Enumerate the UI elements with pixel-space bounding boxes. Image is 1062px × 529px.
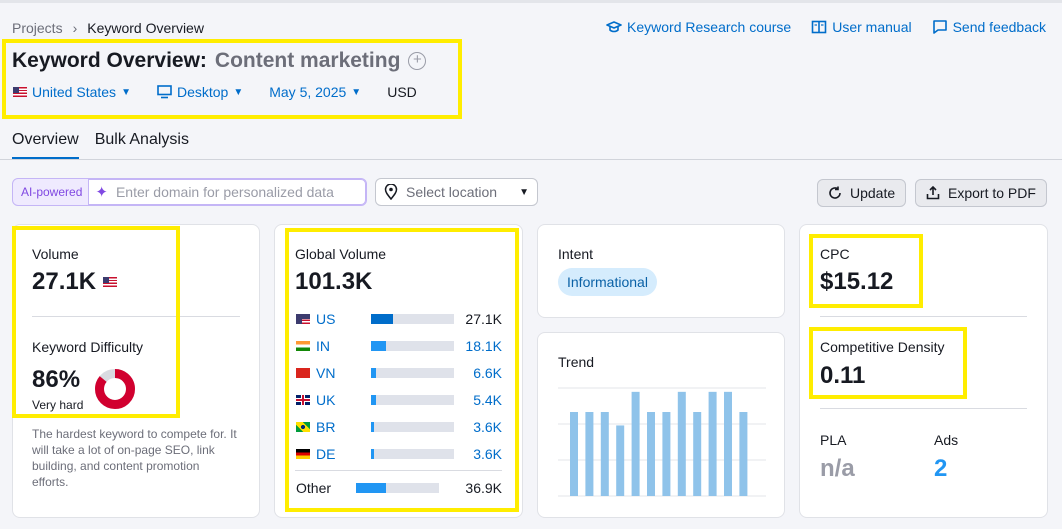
ai-domain-box: AI-powered ✦ Enter domain for personaliz… xyxy=(12,178,367,206)
book-icon xyxy=(811,20,827,34)
trend-bar[interactable] xyxy=(693,412,702,496)
trend-bar[interactable] xyxy=(570,412,578,496)
intent-badge: Informational xyxy=(558,268,657,296)
trend-bar[interactable] xyxy=(631,391,640,496)
divider xyxy=(820,316,1027,317)
chevron-down-icon: ▼ xyxy=(519,186,529,198)
update-button[interactable]: Update xyxy=(817,179,907,207)
highlight-box xyxy=(12,226,180,418)
chevron-right-icon: › xyxy=(72,20,78,36)
header-links: Keyword Research course User manual Send… xyxy=(606,19,1046,35)
breadcrumb: Projects › Keyword Overview xyxy=(12,20,204,36)
export-pdf-label: Export to PDF xyxy=(948,185,1036,201)
export-icon xyxy=(926,186,940,200)
tab-bulk-analysis[interactable]: Bulk Analysis xyxy=(95,131,189,159)
trend-bar[interactable] xyxy=(739,412,748,496)
pla-value: n/a xyxy=(820,455,855,482)
ads-value[interactable]: 2 xyxy=(934,455,947,483)
ads-label: Ads xyxy=(934,432,959,448)
top-border xyxy=(0,0,1062,3)
location-select[interactable]: Select location ▼ xyxy=(375,178,538,206)
divider xyxy=(820,408,1027,409)
highlight-box xyxy=(809,327,967,399)
highlight-box xyxy=(809,234,923,308)
user-manual-link[interactable]: User manual xyxy=(811,19,912,35)
trend-bar[interactable] xyxy=(600,412,609,496)
trend-bar[interactable] xyxy=(724,391,732,496)
breadcrumb-current: Keyword Overview xyxy=(87,20,204,36)
breadcrumb-projects[interactable]: Projects xyxy=(12,20,63,36)
ai-powered-badge: AI-powered xyxy=(21,185,83,199)
export-pdf-button[interactable]: Export to PDF xyxy=(915,179,1047,207)
domain-input[interactable]: ✦ Enter domain for personalized data xyxy=(88,179,366,205)
highlight-box xyxy=(285,228,519,512)
tab-overview[interactable]: Overview xyxy=(12,131,79,159)
kd-description: The hardest keyword to compete for. It w… xyxy=(32,427,237,489)
location-pin-icon xyxy=(384,184,398,200)
trend-label: Trend xyxy=(558,354,595,370)
trend-bar[interactable] xyxy=(677,391,686,496)
trend-chart xyxy=(558,387,766,497)
trend-bar[interactable] xyxy=(616,425,625,496)
location-placeholder: Select location xyxy=(406,184,498,200)
chat-bubble-icon xyxy=(932,20,947,34)
graduation-cap-icon xyxy=(606,21,622,33)
keyword-research-course-label: Keyword Research course xyxy=(627,19,792,35)
send-feedback-link[interactable]: Send feedback xyxy=(932,19,1046,35)
trend-bar[interactable] xyxy=(647,412,655,496)
tab-bar: Overview Bulk Analysis xyxy=(12,131,189,159)
domain-input-placeholder: Enter domain for personalized data xyxy=(115,184,334,200)
user-manual-label: User manual xyxy=(832,19,912,35)
trend-bar[interactable] xyxy=(585,412,594,496)
update-label: Update xyxy=(850,185,896,201)
keyword-research-course-link[interactable]: Keyword Research course xyxy=(606,19,791,35)
pla-label: PLA xyxy=(820,432,847,448)
trend-bar[interactable] xyxy=(662,412,671,496)
sparkle-icon: ✦ xyxy=(95,184,108,201)
tabs-divider xyxy=(0,159,1062,160)
trend-bar[interactable] xyxy=(708,391,717,496)
highlight-box xyxy=(2,39,462,119)
send-feedback-label: Send feedback xyxy=(952,19,1046,35)
refresh-icon xyxy=(829,186,841,199)
intent-label: Intent xyxy=(558,246,594,262)
